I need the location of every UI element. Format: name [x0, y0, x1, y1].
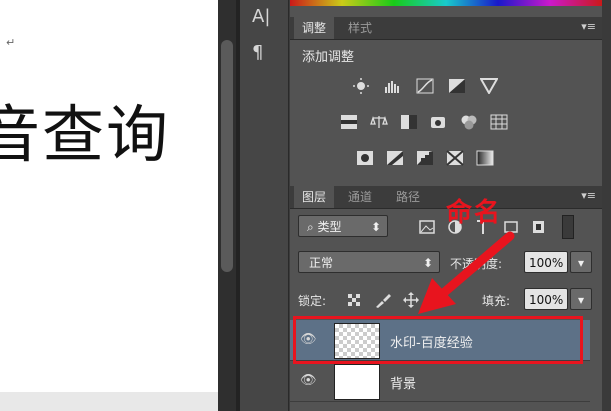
lock-transparent-icon[interactable] — [346, 292, 364, 308]
opacity-dropdown[interactable]: ▾ — [570, 251, 592, 273]
filter-toggle[interactable] — [562, 215, 574, 239]
eye-icon[interactable]: 👁 — [300, 373, 317, 389]
tab-layers[interactable]: 图层 — [294, 186, 335, 208]
opacity-input[interactable]: 100% — [524, 251, 568, 273]
highlight-box — [293, 316, 583, 364]
annotation-arrow-icon — [418, 231, 515, 314]
invert-icon[interactable] — [356, 150, 374, 166]
lock-label: 锁定: — [298, 294, 327, 308]
fill-dropdown[interactable]: ▾ — [570, 288, 592, 310]
tab-adjustments[interactable]: 调整 — [294, 17, 335, 39]
color-lookup-icon[interactable] — [490, 114, 508, 130]
threshold-icon[interactable] — [416, 150, 434, 166]
posterize-icon[interactable] — [386, 150, 404, 166]
opacity-value: 100% — [529, 256, 564, 270]
layer-filter-select[interactable]: ⌕ 类型 ⬍ — [298, 215, 388, 237]
adjustments-tabbar: 调整 样式 ▾≡ — [290, 17, 602, 40]
color-spectrum[interactable] — [290, 0, 602, 6]
paragraph-mark: ↵ — [6, 36, 16, 49]
balance-icon[interactable] — [370, 114, 388, 130]
layer-row-background[interactable]: 👁 背景 — [290, 361, 590, 402]
selective-color-icon[interactable] — [446, 150, 464, 166]
annotation-text: 命名 — [446, 198, 503, 228]
levels-icon[interactable] — [384, 78, 402, 94]
brightness-icon[interactable] — [352, 78, 370, 94]
chevron-down-icon: ▾ — [577, 256, 585, 270]
vibrance-icon[interactable] — [480, 78, 498, 94]
lock-brush-icon[interactable] — [374, 292, 392, 308]
blend-mode-value: 正常 — [309, 256, 334, 270]
fill-input[interactable]: 100% — [524, 288, 568, 310]
exposure-icon[interactable] — [448, 78, 466, 94]
search-icon: ⌕ — [307, 220, 318, 234]
adjustments-title: 添加调整 — [302, 50, 355, 65]
bw-icon[interactable] — [400, 114, 418, 130]
canvas-bottom-area — [0, 392, 218, 411]
panel-edge — [602, 0, 611, 411]
panel-menu-icon[interactable]: ▾≡ — [581, 20, 596, 33]
tab-paths[interactable]: 路径 — [388, 186, 428, 208]
filter-kind-label: 类型 — [317, 220, 342, 234]
panel-menu-icon[interactable]: ▾≡ — [581, 189, 596, 202]
channel-mixer-icon[interactable] — [460, 114, 478, 130]
curves-icon[interactable] — [416, 78, 434, 94]
text-tool-icon[interactable]: A| — [252, 6, 270, 27]
fill-value: 100% — [529, 293, 564, 307]
gradient-map-icon[interactable] — [476, 150, 494, 166]
select-arrow-icon: ⬍ — [370, 220, 381, 234]
chevron-down-icon: ▾ — [577, 293, 585, 307]
document-text: 音查询 — [0, 98, 171, 171]
document-canvas[interactable]: ↵ 音查询 — [0, 0, 218, 392]
smart-object-filter-icon[interactable] — [530, 219, 548, 235]
scrollbar-thumb[interactable] — [221, 40, 233, 272]
photo-filter-icon[interactable] — [430, 114, 448, 130]
layer-name[interactable]: 背景 — [390, 373, 416, 392]
color-balance-icon[interactable] — [340, 114, 358, 130]
paragraph-icon[interactable]: ¶ — [252, 42, 263, 63]
tool-column: A| ¶ — [240, 0, 289, 411]
layer-thumbnail — [334, 364, 380, 400]
tab-styles[interactable]: 样式 — [340, 17, 380, 39]
tab-channels[interactable]: 通道 — [340, 186, 380, 208]
